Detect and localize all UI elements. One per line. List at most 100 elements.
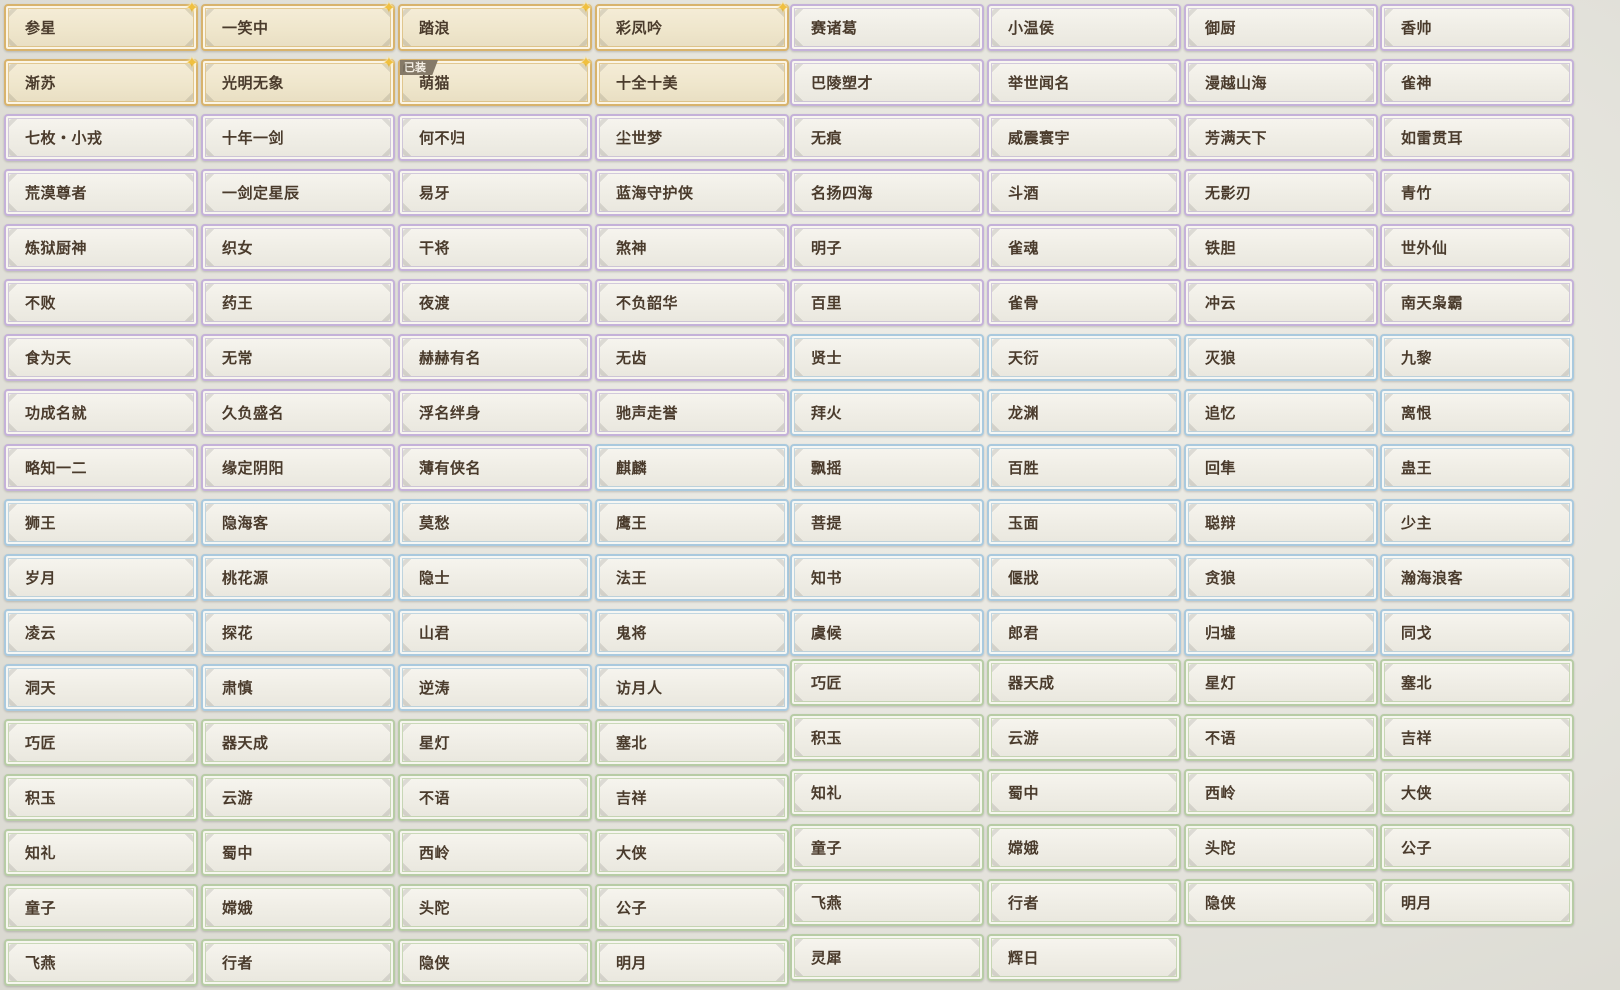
title-tile[interactable]: 灭狼 xyxy=(1184,334,1378,381)
title-tile[interactable]: 世外仙 xyxy=(1380,224,1574,271)
title-tile[interactable]: 贤士 xyxy=(790,334,984,381)
title-tile[interactable]: 积玉 xyxy=(4,774,198,821)
title-tile[interactable]: 追忆 xyxy=(1184,389,1378,436)
title-tile[interactable]: 织女 xyxy=(201,224,395,271)
title-tile[interactable]: 偃戕 xyxy=(987,554,1181,601)
title-tile[interactable]: 九黎 xyxy=(1380,334,1574,381)
title-tile[interactable]: 漫越山海 xyxy=(1184,59,1378,106)
title-tile[interactable]: 彩凤吟 ✦ xyxy=(595,0,790,51)
title-tile[interactable]: 荒漠尊者 xyxy=(4,169,198,216)
title-tile[interactable]: 功成名就 xyxy=(4,389,198,436)
title-tile[interactable]: 久负盛名 xyxy=(201,389,395,436)
title-tile[interactable]: 小温侯 xyxy=(987,4,1181,51)
title-tile[interactable]: 云游 xyxy=(201,774,395,821)
title-tile[interactable]: 大侠 xyxy=(595,829,789,876)
title-tile[interactable]: 煞神 xyxy=(595,224,789,271)
title-tile[interactable]: 同戈 xyxy=(1380,609,1574,656)
title-tile[interactable]: 百里 xyxy=(790,279,984,326)
title-tile[interactable]: 蓝海守护侠 xyxy=(595,169,789,216)
title-tile[interactable]: 略知一二 xyxy=(4,444,198,491)
title-tile[interactable]: 无痕 xyxy=(790,114,984,161)
title-tile[interactable]: 郎君 xyxy=(987,609,1181,656)
title-tile[interactable]: 明月 xyxy=(1380,879,1574,926)
title-tile[interactable]: 探花 xyxy=(201,609,395,656)
title-tile[interactable]: 头陀 xyxy=(1184,824,1378,871)
title-tile[interactable]: 童子 xyxy=(790,824,984,871)
title-tile[interactable]: 干将 xyxy=(398,224,592,271)
title-tile[interactable]: 不语 xyxy=(1184,714,1378,761)
title-tile[interactable]: 薄有侠名 xyxy=(398,444,592,491)
title-tile[interactable]: 行者 xyxy=(987,879,1181,926)
title-tile[interactable]: 雀魂 xyxy=(987,224,1181,271)
title-tile[interactable]: 萌猫 ✦ 已装 xyxy=(398,55,593,106)
title-tile[interactable]: 蜀中 xyxy=(201,829,395,876)
title-tile[interactable]: 离恨 xyxy=(1380,389,1574,436)
title-tile[interactable]: 星灯 xyxy=(398,719,592,766)
title-tile[interactable]: 明子 xyxy=(790,224,984,271)
title-tile[interactable]: 吉祥 xyxy=(1380,714,1574,761)
title-tile[interactable]: 隐士 xyxy=(398,554,592,601)
title-tile[interactable]: 法王 xyxy=(595,554,789,601)
title-tile[interactable]: 大侠 xyxy=(1380,769,1574,816)
title-tile[interactable]: 飞燕 xyxy=(4,939,198,986)
title-tile[interactable]: 虞候 xyxy=(790,609,984,656)
title-tile[interactable]: 麒麟 xyxy=(595,444,789,491)
title-tile[interactable]: 举世闻名 xyxy=(987,59,1181,106)
title-tile[interactable]: 塞北 xyxy=(1380,659,1574,706)
title-tile[interactable]: 威震寰宇 xyxy=(987,114,1181,161)
title-tile[interactable]: 器天成 xyxy=(201,719,395,766)
title-tile[interactable]: 尘世梦 xyxy=(595,114,789,161)
title-tile[interactable]: 浮名绊身 xyxy=(398,389,592,436)
title-tile[interactable]: 不语 xyxy=(398,774,592,821)
title-tile[interactable]: 肃慎 xyxy=(201,664,395,711)
title-tile[interactable]: 岁月 xyxy=(4,554,198,601)
title-tile[interactable]: 西岭 xyxy=(398,829,592,876)
title-tile[interactable]: 无常 xyxy=(201,334,395,381)
title-tile[interactable]: 嫦娥 xyxy=(201,884,395,931)
title-tile[interactable]: 雀骨 xyxy=(987,279,1181,326)
title-tile[interactable]: 食为天 xyxy=(4,334,198,381)
title-tile[interactable]: 踏浪 ✦ xyxy=(398,0,593,51)
title-tile[interactable]: 十全十美 xyxy=(595,59,789,106)
title-tile[interactable]: 洞天 xyxy=(4,664,198,711)
title-tile[interactable]: 参星 ✦ xyxy=(4,0,199,51)
title-tile[interactable]: 知书 xyxy=(790,554,984,601)
title-tile[interactable]: 飘摇 xyxy=(790,444,984,491)
title-tile[interactable]: 如雷贯耳 xyxy=(1380,114,1574,161)
title-tile[interactable]: 铁胆 xyxy=(1184,224,1378,271)
title-tile[interactable]: 行者 xyxy=(201,939,395,986)
title-tile[interactable]: 雀神 xyxy=(1380,59,1574,106)
title-tile[interactable]: 凌云 xyxy=(4,609,198,656)
title-tile[interactable]: 积玉 xyxy=(790,714,984,761)
title-tile[interactable]: 香帅 xyxy=(1380,4,1574,51)
title-tile[interactable]: 鬼将 xyxy=(595,609,789,656)
title-tile[interactable]: 赛诸葛 xyxy=(790,4,984,51)
title-tile[interactable]: 玉面 xyxy=(987,499,1181,546)
title-tile[interactable]: 鹰王 xyxy=(595,499,789,546)
title-tile[interactable]: 蛊王 xyxy=(1380,444,1574,491)
title-tile[interactable]: 隐侠 xyxy=(398,939,592,986)
title-tile[interactable]: 头陀 xyxy=(398,884,592,931)
title-tile[interactable]: 少主 xyxy=(1380,499,1574,546)
title-tile[interactable]: 归墟 xyxy=(1184,609,1378,656)
title-tile[interactable]: 瀚海浪客 xyxy=(1380,554,1574,601)
title-tile[interactable]: 明月 xyxy=(595,939,789,986)
title-tile[interactable]: 隐侠 xyxy=(1184,879,1378,926)
title-tile[interactable]: 莫愁 xyxy=(398,499,592,546)
title-tile[interactable]: 隐海客 xyxy=(201,499,395,546)
title-tile[interactable]: 百胜 xyxy=(987,444,1181,491)
title-tile[interactable]: 一剑定星辰 xyxy=(201,169,395,216)
title-tile[interactable]: 赫赫有名 xyxy=(398,334,592,381)
title-tile[interactable]: 夜渡 xyxy=(398,279,592,326)
title-tile[interactable]: 名扬四海 xyxy=(790,169,984,216)
title-tile[interactable]: 巧匠 xyxy=(790,659,984,706)
title-tile[interactable]: 一笑中 ✦ xyxy=(201,0,396,51)
title-tile[interactable]: 驰声走誉 xyxy=(595,389,789,436)
title-tile[interactable]: 聪辩 xyxy=(1184,499,1378,546)
title-tile[interactable]: 贪狼 xyxy=(1184,554,1378,601)
title-tile[interactable]: 知礼 xyxy=(4,829,198,876)
title-tile[interactable]: 冲云 xyxy=(1184,279,1378,326)
title-tile[interactable]: 斗酒 xyxy=(987,169,1181,216)
title-tile[interactable]: 公子 xyxy=(1380,824,1574,871)
title-tile[interactable]: 龙渊 xyxy=(987,389,1181,436)
